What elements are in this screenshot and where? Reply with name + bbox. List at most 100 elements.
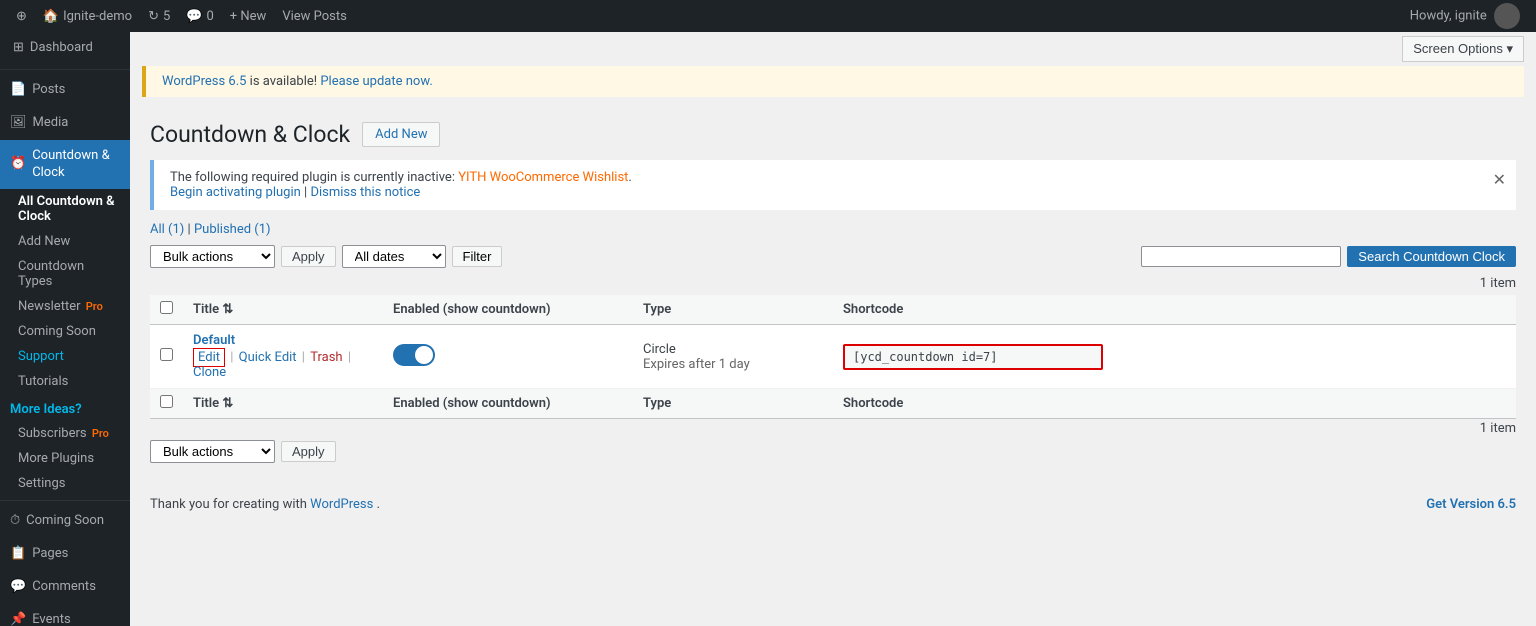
wordpress-footer-link[interactable]: WordPress [310,497,373,512]
sidebar-item-coming-soon[interactable]: ⏱ Coming Soon [0,505,130,538]
new-label: + New [230,9,267,24]
coming-soon-sub-label: Coming Soon [18,324,96,339]
wp-footer: Thank you for creating with WordPress . … [130,489,1536,520]
sidebar-sub-support[interactable]: Support [0,344,130,369]
row-title-link[interactable]: Default [193,333,235,348]
col-header-title[interactable]: Title ⇅ [183,295,383,325]
site-name-item[interactable]: 🏠 Ignite-demo [35,0,140,32]
comments-label: Comments [32,579,96,596]
filter-button-top[interactable]: Filter [452,246,503,267]
clone-link[interactable]: Clone [193,365,226,380]
events-label: Events [32,612,70,626]
sidebar-item-countdown[interactable]: ⏰ Countdown & Clock [0,140,130,190]
col-header-shortcode: Shortcode [833,295,1516,325]
wp-logo-item[interactable]: ⊕ [8,0,35,32]
item-count-top: 1 item [150,274,1516,295]
newsletter-label: Newsletter [18,299,81,314]
sidebar-sub-add-new[interactable]: Add New [0,229,130,254]
sidebar-sub-settings[interactable]: Settings [0,471,130,496]
plugin-notice-text: The following required plugin is current… [170,170,458,185]
sidebar-sub-subscribers[interactable]: Subscribers Pro [0,421,130,446]
sidebar-sub-newsletter[interactable]: Newsletter Pro [0,294,130,319]
shortcode-input[interactable] [843,344,1103,370]
row-type-line2: Expires after 1 day [643,357,823,372]
update-notice-text: WordPress 6.5 is available! Please updat… [162,74,433,89]
row-checkbox-cell [150,325,183,389]
activate-plugin-link[interactable]: Begin activating plugin [170,185,301,200]
posts-icon: 📄 [10,82,26,99]
update-notice: WordPress 6.5 is available! Please updat… [142,66,1524,97]
table-controls-left-bottom: Bulk actions Apply [150,440,336,463]
date-filter-select-top[interactable]: All dates [342,245,446,268]
media-icon: 🖼 [10,115,27,132]
table-controls-bottom: Bulk actions Apply [150,440,1516,463]
view-posts-item[interactable]: View Posts [274,0,355,32]
row-type-line1: Circle [643,342,823,357]
col-header-enabled: Enabled (show countdown) [383,295,633,325]
page-title: Countdown & Clock [150,121,350,148]
trash-link[interactable]: Trash [310,350,342,365]
quick-edit-link[interactable]: Quick Edit [239,350,297,365]
col-footer-type: Type [633,389,833,419]
sidebar-sub-all-countdown[interactable]: All Countdown & Clock [0,189,130,229]
plugin-name-link[interactable]: YITH WooCommerce Wishlist [458,170,628,185]
filter-all-link[interactable]: All (1) [150,222,184,237]
sidebar-item-dashboard[interactable]: ⊞ Dashboard [0,32,130,65]
view-posts-label: View Posts [282,9,347,24]
support-label: Support [18,349,64,364]
sidebar-item-posts[interactable]: 📄 Posts [0,74,130,107]
select-all-checkbox-bottom[interactable] [160,395,173,408]
plugin-notice: The following required plugin is current… [150,160,1516,210]
row-actions: Edit | Quick Edit | Trash | Clone [193,350,373,380]
table-controls-top: Bulk actions Apply All dates Filter Sear… [150,245,1516,268]
sidebar-item-comments[interactable]: 💬 Comments [0,571,130,604]
footer-text: Thank you for creating with WordPress . [150,497,380,512]
add-new-sub-label: Add New [18,234,70,249]
sidebar-sub-tutorials[interactable]: Tutorials [0,369,130,394]
screen-options-button[interactable]: Screen Options ▾ [1402,36,1524,62]
filter-published-link[interactable]: Published (1) [194,222,271,237]
pages-icon: 📋 [10,546,26,563]
sidebar-sub-more-plugins[interactable]: More Plugins [0,446,130,471]
please-update-link[interactable]: Please update now. [320,74,432,89]
wp-logo-icon: ⊕ [16,9,27,24]
wordpress-update-link[interactable]: WordPress 6.5 [162,74,246,89]
enabled-toggle[interactable] [393,344,435,366]
table-controls-right-top: Search Countdown Clock [1141,246,1516,267]
new-item[interactable]: + New [222,0,275,32]
add-new-button[interactable]: Add New [362,122,440,147]
countdown-types-label: Countdown Types [18,259,84,289]
select-all-checkbox-top[interactable] [160,301,173,314]
update-count: 5 [163,9,170,24]
sidebar: ⊞ Dashboard 📄 Posts 🖼 Media ⏰ Countdown … [0,32,130,626]
sidebar-item-media[interactable]: 🖼 Media [0,107,130,140]
sidebar-more-ideas[interactable]: More Ideas? [0,394,130,421]
apply-button-bottom[interactable]: Apply [281,441,336,462]
updates-item[interactable]: ↻ 5 [140,0,178,32]
sidebar-sub-countdown-types[interactable]: Countdown Types [0,254,130,294]
sidebar-item-events[interactable]: 📌 Events [0,604,130,626]
bulk-actions-select-top[interactable]: Bulk actions [150,245,275,268]
item-count-bottom: 1 item [150,419,1516,440]
main-layout: ⊞ Dashboard 📄 Posts 🖼 Media ⏰ Countdown … [0,32,1536,626]
toggle-knob [415,346,433,364]
row-checkbox[interactable] [160,348,173,361]
col-footer-title[interactable]: Title ⇅ [183,389,383,419]
dismiss-notice-link[interactable]: Dismiss this notice [310,185,420,200]
search-button-top[interactable]: Search Countdown Clock [1347,246,1516,267]
refresh-icon: ↻ [148,9,159,24]
countdown-icon: ⏰ [10,156,26,173]
search-input-top[interactable] [1141,246,1341,267]
newsletter-pro-badge: Pro [86,300,103,313]
page-header: Countdown & Clock Add New [150,121,1516,148]
sidebar-sub-coming-soon[interactable]: Coming Soon [0,319,130,344]
notice-close-button[interactable]: ✕ [1493,170,1506,189]
row-shortcode-cell [833,325,1516,389]
bulk-actions-select-bottom[interactable]: Bulk actions [150,440,275,463]
apply-button-top[interactable]: Apply [281,246,336,267]
howdy-text: Howdy, ignite [1402,3,1528,29]
get-version-link[interactable]: Get Version 6.5 [1426,497,1516,512]
sidebar-item-pages[interactable]: 📋 Pages [0,538,130,571]
row-title-cell: Default Edit | Quick Edit | Trash | Clon… [183,325,383,389]
comments-item[interactable]: 💬 0 [178,0,222,32]
